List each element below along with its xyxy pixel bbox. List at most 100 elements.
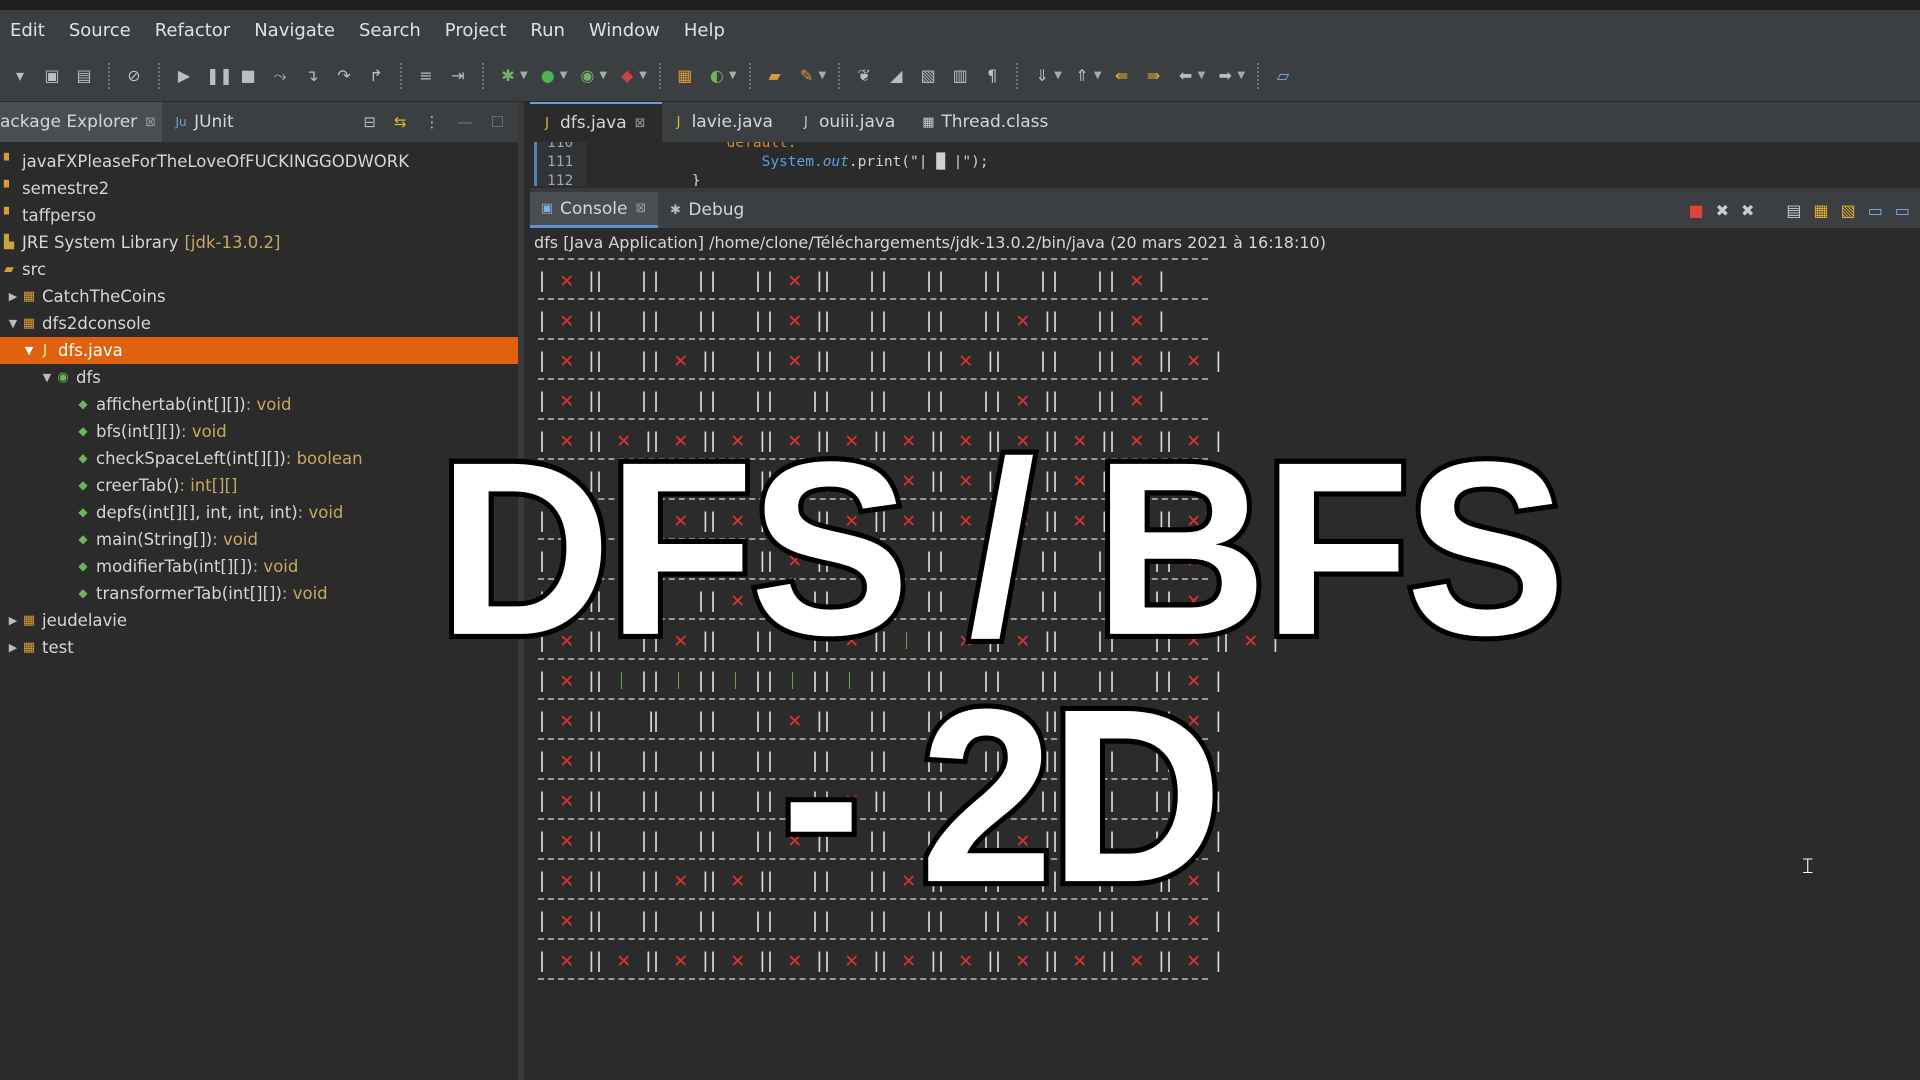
grid-cell: | ✕ | (1106, 948, 1167, 973)
tab-package-explorer[interactable]: ackage Explorer ⊠ (0, 102, 163, 142)
tree-item[interactable]: ▰ src (0, 256, 518, 283)
display-console-icon[interactable]: ▭ (1895, 201, 1910, 220)
tree-item[interactable]: ▘ javaFXPleaseForTheLoveOfFUCKINGGODWORK (0, 148, 518, 175)
tree-item[interactable]: ▙ JRE System Library [jdk-13.0.2] (0, 229, 518, 256)
drop-to-frame-icon[interactable]: ≡ (416, 66, 436, 86)
tree-item[interactable]: ▼ ▦ dfs2dconsole (0, 310, 518, 337)
external-tools-icon[interactable]: ◆ (617, 66, 637, 86)
remove-all-terminated-icon[interactable]: ✖ (1741, 201, 1754, 220)
back-icon[interactable]: ⬅ (1176, 66, 1196, 86)
tree-item[interactable]: ▘ semestre2 (0, 175, 518, 202)
scroll-lock-icon[interactable]: ▦ (1814, 201, 1829, 220)
close-icon[interactable]: ⊠ (636, 201, 647, 216)
word-wrap-icon[interactable]: ▥ (950, 66, 970, 86)
chevron-down-icon[interactable]: ▼ (639, 70, 647, 81)
tree-item[interactable]: ▶ ▦ CatchTheCoins (0, 283, 518, 310)
terminate-icon[interactable]: ■ (1688, 201, 1703, 220)
chevron-down-icon[interactable]: ▼ (40, 364, 54, 391)
menu-item-window[interactable]: Window (578, 20, 673, 41)
next-annotation-icon[interactable]: ⇓ (1032, 66, 1052, 86)
tab-debug[interactable]: ✱ Debug (658, 192, 756, 228)
maximize-icon[interactable]: ☐ (491, 113, 504, 131)
tree-item[interactable]: ▼ Jdfs.java (0, 337, 518, 364)
new-java-package-icon[interactable]: ▦ (675, 66, 695, 86)
chevron-down-icon[interactable]: ▼ (1094, 70, 1102, 81)
cell-border: | (910, 348, 935, 372)
chevron-down-icon[interactable]: ▼ (520, 70, 528, 81)
link-with-editor-icon[interactable]: ⇆ (394, 113, 407, 131)
cell-border: | (853, 268, 878, 292)
toggle-block-selection-icon[interactable]: ▧ (918, 66, 938, 86)
cell-border: | (992, 388, 1017, 412)
previous-annotation-icon[interactable]: ⇑ (1072, 66, 1092, 86)
suspend-icon[interactable]: ❚❚ (206, 66, 233, 86)
tab-junit[interactable]: Ju JUnit (162, 102, 244, 142)
chevron-right-icon[interactable]: ▶ (6, 634, 20, 661)
chevron-down-icon[interactable]: ▼ (22, 337, 36, 364)
skip-breakpoints-icon[interactable]: ⊘ (124, 66, 144, 86)
step-into-icon[interactable]: ↴ (302, 66, 322, 86)
minimize-icon[interactable]: — (458, 113, 473, 131)
close-icon[interactable]: ⊠ (145, 115, 156, 130)
code-editor[interactable]: 110 default: 111 System. out .print("| █ |… (534, 142, 1920, 186)
last-edit-location-icon[interactable]: ⇚ (1112, 66, 1132, 86)
menu-item-search[interactable]: Search (348, 20, 434, 41)
menu-item-navigate[interactable]: Navigate (243, 20, 348, 41)
tab-ouiii-java[interactable]: J ouiii.java (789, 102, 911, 142)
tree-item[interactable]: ▼ ◉ dfs (0, 364, 518, 391)
tab-thread-class[interactable]: ▦ Thread.class (911, 102, 1064, 142)
new-class-icon[interactable]: ◐ (707, 66, 727, 86)
collapse-all-icon[interactable]: ⊟ (363, 113, 376, 131)
save-all-icon[interactable]: ▤ (74, 66, 94, 86)
tab-console[interactable]: ▣ Console ⊠ (530, 192, 659, 228)
clear-console-icon[interactable]: ▤ (1786, 201, 1801, 220)
close-icon[interactable]: ⊠ (635, 116, 646, 131)
cell-border: | (536, 388, 561, 412)
chevron-down-icon[interactable]: ▼ (599, 70, 607, 81)
menu-item-source[interactable]: Source (58, 20, 144, 41)
resume-icon[interactable]: ▶ (174, 66, 194, 86)
view-menu-icon[interactable]: ⋮ (425, 113, 440, 131)
toggle-breadcrumb-icon[interactable]: ◢ (886, 66, 906, 86)
chevron-down-icon[interactable]: ▼ (560, 70, 568, 81)
menu-item-run[interactable]: Run (519, 20, 578, 41)
chevron-down-icon[interactable]: ▼ (6, 310, 20, 337)
chevron-right-icon[interactable]: ▶ (6, 283, 20, 310)
pin-console-icon[interactable]: ▭ (1868, 201, 1883, 220)
tab-lavie-java[interactable]: J lavie.java (662, 102, 789, 142)
menu-item-project[interactable]: Project (434, 20, 520, 41)
tab-dfs-java[interactable]: J dfs.java ⊠ (530, 102, 662, 142)
save-icon[interactable]: ▾ (10, 66, 30, 86)
chevron-down-icon[interactable]: ▼ (1054, 70, 1062, 81)
grid-cell: | | (935, 268, 992, 292)
disconnect-icon[interactable]: ⤳ (270, 66, 290, 86)
pin-editor-icon[interactable]: ▱ (1273, 66, 1293, 86)
step-return-icon[interactable]: ↱ (366, 66, 386, 86)
chevron-down-icon[interactable]: ▼ (1198, 70, 1206, 81)
chevron-down-icon[interactable]: ▼ (1237, 70, 1245, 81)
menu-item-edit[interactable]: Edit (0, 20, 58, 41)
run-icon[interactable]: ● (538, 66, 558, 86)
menu-item-help[interactable]: Help (673, 20, 738, 41)
show-whitespace-icon[interactable]: ¶ (982, 66, 1002, 86)
word-wrap-icon[interactable]: ▧ (1841, 201, 1856, 220)
open-type-icon[interactable]: ▰ (765, 66, 785, 86)
toggle-mark-occurrences-icon[interactable]: ❦ (854, 66, 874, 86)
use-step-filters-icon[interactable]: ⇥ (448, 66, 468, 86)
chevron-right-icon[interactable]: ▶ (6, 607, 20, 634)
coverage-icon[interactable]: ◉ (577, 66, 597, 86)
debug-icon[interactable]: ✱ (498, 66, 518, 86)
cell-border: | (1081, 268, 1106, 292)
step-over-icon[interactable]: ↷ (334, 66, 354, 86)
forward-icon[interactable]: ➡ (1215, 66, 1235, 86)
next-edit-location-icon[interactable]: ⇛ (1144, 66, 1164, 86)
chevron-down-icon[interactable]: ▼ (729, 70, 737, 81)
save-icon[interactable]: ▣ (42, 66, 62, 86)
chevron-down-icon[interactable]: ▼ (819, 70, 827, 81)
menu-item-refactor[interactable]: Refactor (144, 20, 244, 41)
tree-item[interactable]: ▘ taffperso (0, 202, 518, 229)
remove-launch-icon[interactable]: ✖ (1716, 201, 1729, 220)
search-icon[interactable]: ✎ (797, 66, 817, 86)
grid-cell: | ✕ | (1163, 948, 1224, 973)
terminate-icon[interactable]: ■ (238, 66, 258, 86)
